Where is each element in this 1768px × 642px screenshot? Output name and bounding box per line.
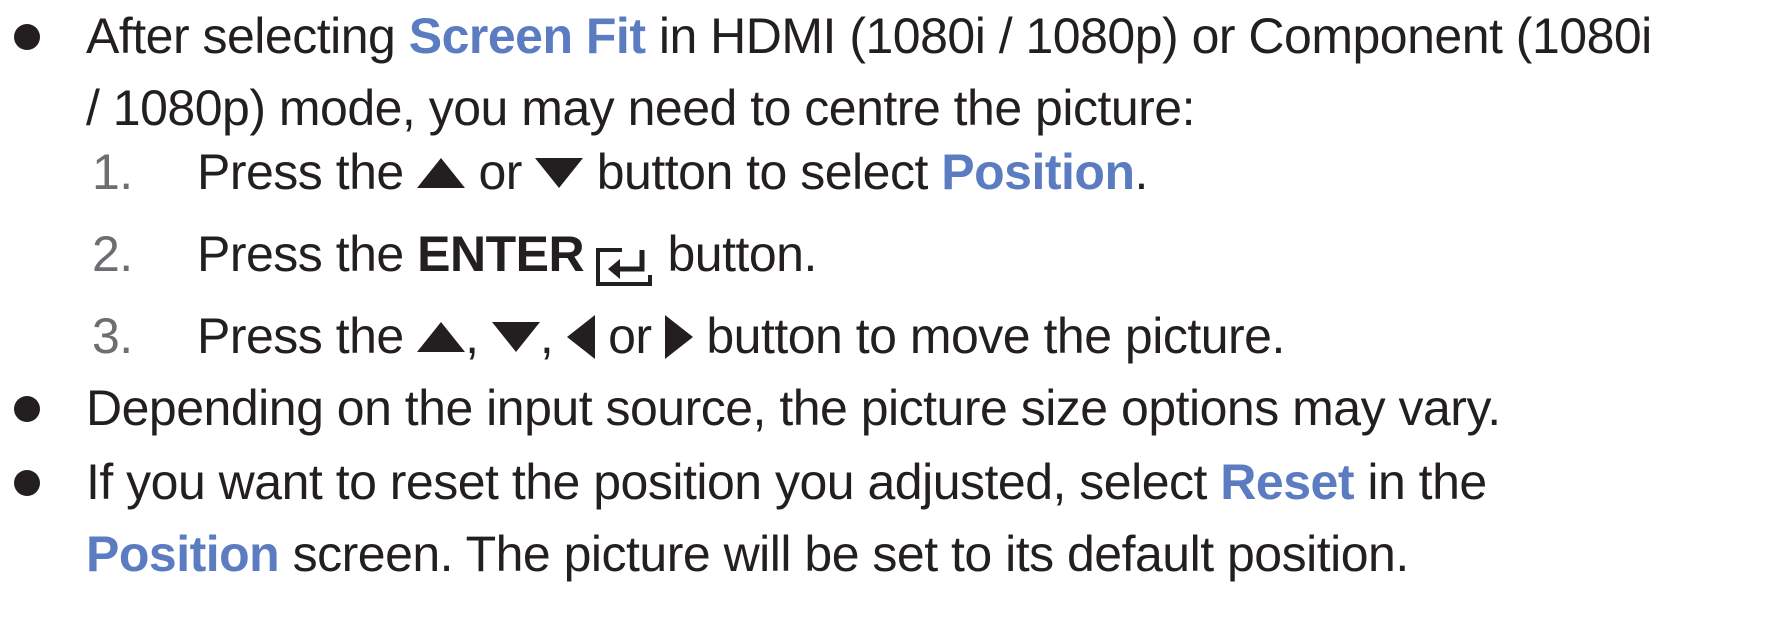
down-arrow-icon	[491, 321, 540, 352]
text-run: Depending on the input source, the pictu…	[86, 380, 1501, 436]
step-number: 1.	[92, 144, 133, 200]
step-text: Press the or button to select Position.	[197, 136, 1148, 208]
highlighted-term: Reset	[1220, 454, 1354, 510]
text-run: / 1080p) mode, you may need to centre th…	[86, 80, 1196, 136]
step-number: 2.	[92, 226, 133, 282]
bullet-line: After selecting Screen Fit in HDMI (1080…	[86, 0, 1756, 72]
bullet-line: Position screen. The picture will be set…	[86, 518, 1756, 590]
button-name: ENTER	[417, 226, 585, 282]
bullet-line: If you want to reset the position you ad…	[86, 446, 1756, 518]
enter-icon	[594, 234, 654, 286]
step-text: Press the , , or button to move the pict…	[197, 300, 1285, 372]
text-run: ,	[539, 308, 567, 364]
step-text: Press the ENTER button.	[197, 218, 817, 290]
text-run: If you want to reset the position you ad…	[86, 454, 1221, 510]
bullet-item-input-source: Depending on the input source, the pictu…	[86, 372, 1756, 444]
highlighted-term: Position	[86, 526, 280, 582]
text-run: in the	[1353, 454, 1487, 510]
down-arrow-icon	[535, 157, 584, 188]
bullet-dot	[14, 470, 40, 496]
bullet-dot	[14, 396, 40, 422]
text-run: ,	[465, 308, 492, 364]
left-arrow-icon	[566, 314, 595, 359]
text-run: Press the	[197, 226, 418, 282]
text-run: After selecting	[86, 8, 409, 64]
manual-page: After selecting Screen Fit in HDMI (1080…	[0, 0, 1768, 642]
step-number: 3.	[92, 308, 133, 364]
text-run: Press the	[197, 308, 418, 364]
bullet-dot	[14, 24, 40, 50]
highlighted-term: Position	[941, 144, 1135, 200]
text-run: button to select	[583, 144, 942, 200]
text-run: Press the	[197, 144, 418, 200]
up-arrow-icon	[417, 157, 466, 188]
text-run: button to move the picture.	[692, 308, 1285, 364]
right-arrow-icon	[664, 314, 693, 359]
text-run: screen. The picture will be set to its d…	[279, 526, 1410, 582]
highlighted-term: Screen Fit	[408, 8, 646, 64]
text-run: in HDMI (1080i / 1080p) or Component (10…	[645, 8, 1652, 64]
text-run: or	[465, 144, 536, 200]
up-arrow-icon	[417, 321, 466, 352]
text-run: or	[594, 308, 665, 364]
text-run: .	[1134, 144, 1148, 200]
text-run: button.	[654, 226, 817, 282]
bullet-line: Depending on the input source, the pictu…	[86, 372, 1756, 444]
bullet-item-screen-fit: After selecting Screen Fit in HDMI (1080…	[86, 0, 1756, 144]
bullet-line: / 1080p) mode, you may need to centre th…	[86, 72, 1756, 144]
bullet-item-reset: If you want to reset the position you ad…	[86, 446, 1756, 590]
